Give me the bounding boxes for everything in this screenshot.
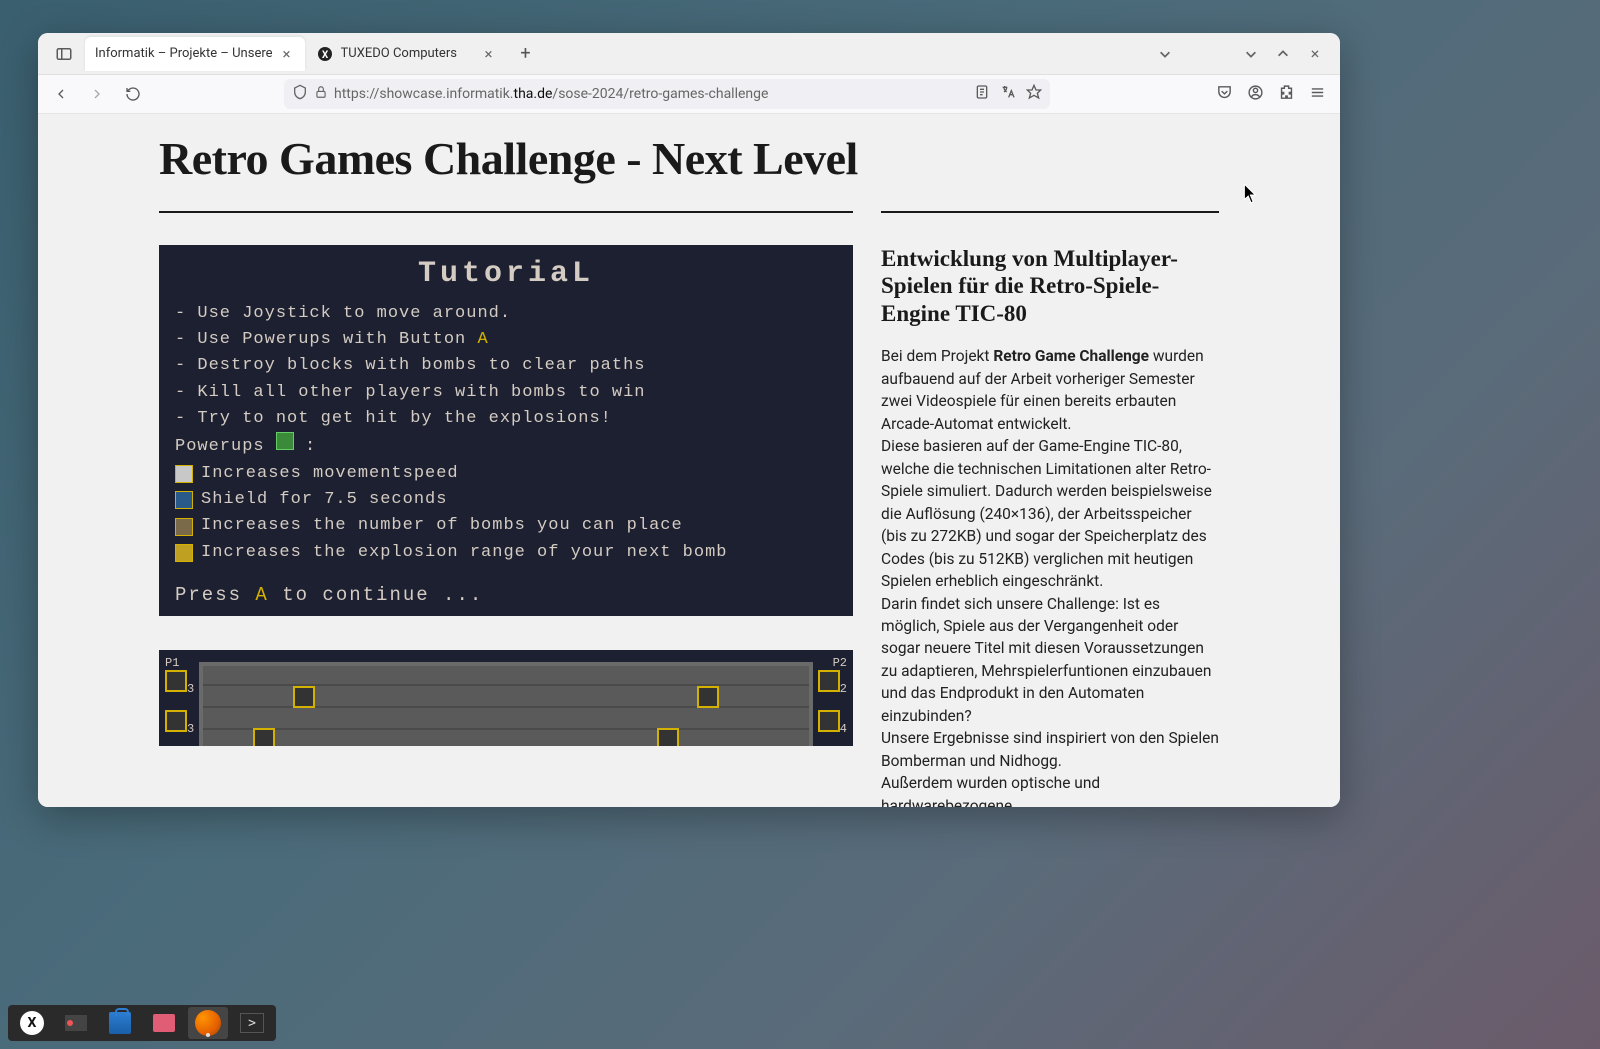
page-content[interactable]: Retro Games Challenge - Next Level Tutor… xyxy=(38,114,1340,807)
powerup-item: Increases movementspeed xyxy=(175,461,837,487)
powerups-label: Powerups : xyxy=(175,432,837,460)
tutorial-line: - Use Powerups with Button A xyxy=(175,327,837,353)
window-close-icon[interactable]: × xyxy=(1306,45,1324,63)
taskbar-app-launcher[interactable]: X xyxy=(12,1007,52,1039)
overflow-tabs-icon[interactable] xyxy=(1156,45,1174,63)
translate-icon[interactable] xyxy=(1000,84,1016,104)
pocket-icon[interactable] xyxy=(1216,84,1233,105)
sidebar-toggle-icon[interactable] xyxy=(44,45,84,63)
hud-p3: 3 xyxy=(165,710,194,736)
sidebar-body: Bei dem Projekt Retro Game Challenge wur… xyxy=(881,345,1219,807)
browser-window: Informatik – Projekte – Unsere × X TUXED… xyxy=(38,33,1340,807)
taskbar-store[interactable] xyxy=(100,1007,140,1039)
tab-1[interactable]: X TUXEDO Computers × xyxy=(307,37,507,71)
close-icon[interactable]: × xyxy=(481,46,497,62)
taskbar-settings[interactable] xyxy=(56,1007,96,1039)
powerup-item: Shield for 7.5 seconds xyxy=(175,487,837,513)
urlbar-actions xyxy=(974,84,1042,104)
url-bar[interactable]: https://showcase.informatik.tha.de/sose-… xyxy=(284,79,1050,109)
hud-p4: 4 xyxy=(818,710,847,736)
divider xyxy=(159,211,853,213)
url-text: https://showcase.informatik.tha.de/sose-… xyxy=(334,86,768,102)
tab-label: TUXEDO Computers xyxy=(341,46,481,61)
tab-strip: Informatik – Projekte – Unsere × X TUXED… xyxy=(84,33,1156,74)
toolbar-right xyxy=(1216,84,1332,105)
tutorial-line: - Use Joystick to move around. xyxy=(175,301,837,327)
menu-icon[interactable] xyxy=(1309,84,1326,105)
lock-icon xyxy=(314,85,328,103)
forward-button[interactable] xyxy=(82,79,112,109)
powerup-item: Increases the explosion range of your ne… xyxy=(175,540,837,566)
tab-0[interactable]: Informatik – Projekte – Unsere × xyxy=(85,37,305,71)
favicon-icon: X xyxy=(317,46,333,62)
close-icon[interactable]: × xyxy=(279,46,295,62)
side-column: Entwicklung von Multiplayer-Spielen für … xyxy=(881,211,1219,807)
tutorial-line: - Try to not get hit by the explosions! xyxy=(175,406,837,432)
sidebar-heading: Entwicklung von Multiplayer-Spielen für … xyxy=(881,245,1219,328)
chevron-up-icon[interactable] xyxy=(1274,45,1292,63)
tutorial-line: - Destroy blocks with bombs to clear pat… xyxy=(175,353,837,379)
powerup-item: Increases the number of bombs you can pl… xyxy=(175,513,837,539)
bookmark-star-icon[interactable] xyxy=(1026,84,1042,104)
taskbar-firefox[interactable] xyxy=(188,1007,228,1039)
hud-p1: P13 xyxy=(165,656,194,696)
taskbar: X > xyxy=(8,1005,276,1041)
tutorial-heading: TutoriaL xyxy=(175,257,837,291)
game-screenshot-gameplay: P13 3 P22 4 xyxy=(159,650,853,746)
window-controls: × xyxy=(1156,45,1334,63)
account-icon[interactable] xyxy=(1247,84,1264,105)
game-screenshot-tutorial: TutoriaL - Use Joystick to move around. … xyxy=(159,245,853,616)
tab-label: Informatik – Projekte – Unsere xyxy=(95,46,279,61)
svg-text:X: X xyxy=(321,50,328,61)
game-maze xyxy=(199,662,813,746)
divider xyxy=(881,211,1219,213)
tutorial-line: - Kill all other players with bombs to w… xyxy=(175,380,837,406)
taskbar-files[interactable] xyxy=(144,1007,184,1039)
taskbar-terminal[interactable]: > xyxy=(232,1007,272,1039)
page-title: Retro Games Challenge - Next Level xyxy=(159,134,1219,185)
hud-p2: P22 xyxy=(818,656,847,696)
chevron-down-icon[interactable] xyxy=(1242,45,1260,63)
back-button[interactable] xyxy=(46,79,76,109)
new-tab-button[interactable]: + xyxy=(512,40,540,68)
press-a-prompt: Press A to continue ... xyxy=(175,584,837,606)
main-column: TutoriaL - Use Joystick to move around. … xyxy=(159,211,853,807)
reader-mode-icon[interactable] xyxy=(974,84,990,104)
extensions-icon[interactable] xyxy=(1278,84,1295,105)
titlebar: Informatik – Projekte – Unsere × X TUXED… xyxy=(38,33,1340,75)
toolbar: https://showcase.informatik.tha.de/sose-… xyxy=(38,75,1340,114)
reload-button[interactable] xyxy=(118,79,148,109)
shield-icon xyxy=(292,84,308,104)
